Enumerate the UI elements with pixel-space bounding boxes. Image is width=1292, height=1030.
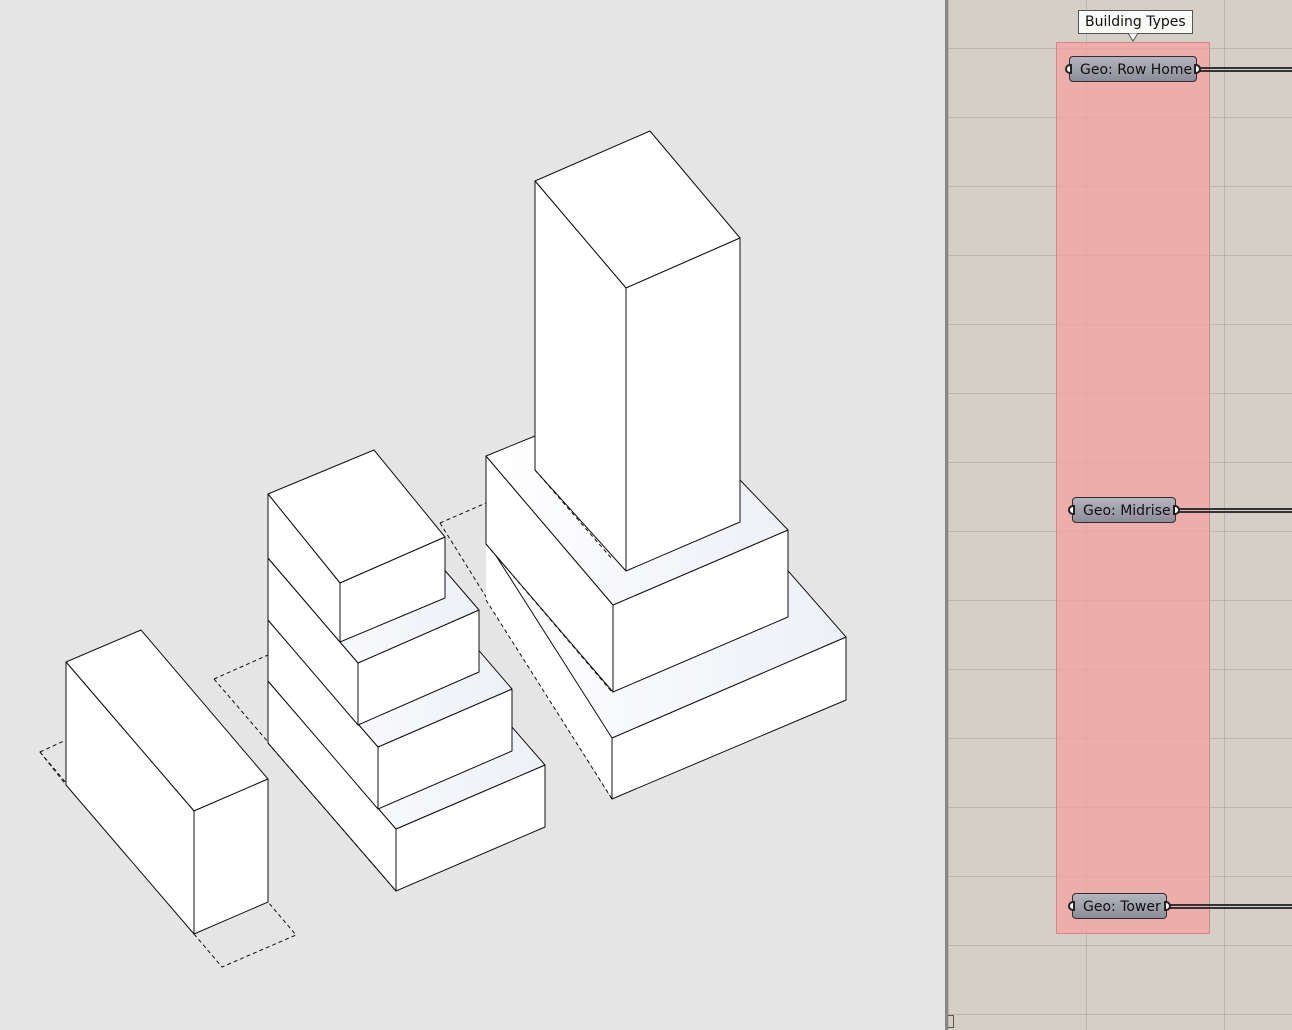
input-grip-icon[interactable] xyxy=(1068,901,1075,911)
output-wire-midrise[interactable] xyxy=(1177,508,1292,513)
node-label: Geo: Row Home xyxy=(1080,62,1193,78)
geo-row-home-node[interactable]: Geo: Row Home xyxy=(1065,56,1201,82)
node-label: Geo: Midrise xyxy=(1083,503,1171,519)
geo-tower-node[interactable]: Geo: Tower xyxy=(1068,893,1171,919)
canvas-corner-mark xyxy=(948,1015,954,1028)
output-wire-tower[interactable] xyxy=(1168,904,1292,909)
group-label[interactable]: Building Types xyxy=(1078,10,1193,34)
3d-viewport[interactable] xyxy=(0,0,945,1030)
building-types-group[interactable] xyxy=(1056,42,1210,934)
group-label-pointer-icon xyxy=(1128,33,1138,42)
row-home-massing xyxy=(39,629,297,968)
output-wire-row-home[interactable] xyxy=(1198,67,1292,72)
massing-view xyxy=(39,130,847,968)
geo-midrise-node[interactable]: Geo: Midrise xyxy=(1068,497,1180,523)
node-canvas[interactable]: Building Types Geo: Row Home Geo: Midris… xyxy=(948,0,1292,1030)
node-label: Geo: Tower xyxy=(1083,899,1161,915)
input-grip-icon[interactable] xyxy=(1068,505,1075,515)
input-grip-icon[interactable] xyxy=(1065,64,1072,74)
